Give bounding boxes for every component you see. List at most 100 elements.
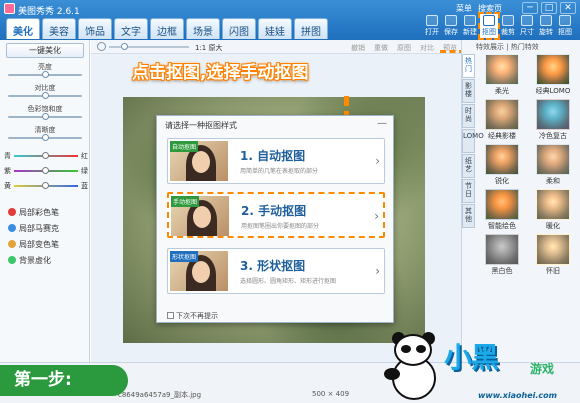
sharpness-slider[interactable]	[8, 134, 82, 141]
effect-item[interactable]: 黑白色	[478, 234, 526, 275]
open-icon	[426, 15, 438, 26]
local-recolor-pen[interactable]: 局部变色笔	[8, 239, 59, 250]
auto-cutout-thumbnail: 自动抠图	[170, 141, 228, 181]
resize-icon	[521, 15, 533, 26]
tab-scenes[interactable]: 场景	[186, 18, 220, 39]
color-balance-purple-green[interactable]: 紫 绿	[4, 166, 88, 176]
app-title: 美图秀秀 2.6.1	[18, 7, 80, 17]
effect-item[interactable]: 锐化	[478, 144, 526, 185]
tab-festival[interactable]: 节日	[462, 179, 475, 203]
tab-studio[interactable]: 影楼	[462, 79, 475, 103]
tab-beauty[interactable]: 美容	[42, 18, 76, 39]
tab-other[interactable]: 其他	[462, 204, 475, 228]
local-color-pen[interactable]: 局部彩色笔	[8, 207, 59, 218]
manual-cutout-option[interactable]: 手动抠图 2. 手动抠图 用抠图笔圈出你要抠图的部分 ›	[167, 192, 385, 238]
app-logo-icon	[4, 3, 15, 14]
search-link[interactable]: 搜索页	[478, 3, 502, 14]
option-desc: 选择圆形、圆角矩形、矩形进行抠图	[240, 278, 337, 285]
rotate-icon	[540, 15, 552, 26]
tab-accessories[interactable]: 饰品	[78, 18, 112, 39]
zoom-slider[interactable]	[109, 43, 189, 50]
menu-link[interactable]: 菜单	[456, 3, 472, 14]
save-button[interactable]: 保存	[442, 14, 460, 38]
saturation-slider[interactable]	[8, 113, 82, 120]
effect-item[interactable]: 柔光	[478, 54, 526, 95]
slider-knob[interactable]	[42, 182, 49, 189]
tab-hot[interactable]: 热门	[462, 54, 475, 78]
new-button[interactable]: 新建	[461, 14, 479, 38]
manual-cutout-thumbnail: 手动抠图	[171, 196, 229, 236]
slider-knob[interactable]	[121, 43, 128, 50]
tab-text[interactable]: 文字	[114, 18, 148, 39]
effect-item[interactable]: 暖化	[529, 189, 577, 230]
local-mosaic[interactable]: 局部马赛克	[8, 223, 59, 234]
tab-beautify[interactable]: 美化	[6, 18, 40, 39]
slider-knob[interactable]	[42, 152, 49, 159]
compare-button[interactable]: 对比	[420, 43, 434, 53]
close-icon[interactable]: —	[377, 118, 387, 129]
toolbar: 打开 保存 新建 抠图 裁剪 尺寸 旋转 抠图	[423, 12, 574, 40]
title-bar: 美图秀秀 2.6.1 菜单 搜索页 ─ □ ✕ 美化 美容 饰品 文字 边框 场…	[0, 0, 580, 40]
left-panel: 一键美化 亮度 对比度 色彩饱和度 清晰度 青 红 紫 绿 黄 蓝 局部彩色笔 …	[0, 40, 90, 362]
cutout-button[interactable]: 抠图	[478, 12, 500, 40]
color-balance-yellow-blue[interactable]: 黄 蓝	[4, 181, 88, 191]
panda-logo-icon	[384, 332, 442, 402]
maximize-button[interactable]: □	[541, 2, 557, 14]
original-button[interactable]: 原图	[397, 43, 411, 53]
instruction-banner: 点击抠图,选择手动抠图	[132, 63, 309, 83]
auto-cutout-option[interactable]: 自动抠图 1. 自动抠图 用简单的几笔在表抠取的部分 ›	[167, 138, 385, 184]
tab-paper-art[interactable]: 纸艺	[462, 154, 475, 178]
tab-collage[interactable]: 拼图	[294, 18, 328, 39]
cutout-icon	[483, 15, 495, 26]
tab-frames[interactable]: 边框	[150, 18, 184, 39]
minimize-button[interactable]: ─	[522, 2, 538, 14]
one-click-beautify-button[interactable]: 一键美化	[6, 43, 84, 58]
chevron-right-icon: ›	[375, 264, 380, 278]
effect-item[interactable]: 智能绘色	[478, 189, 526, 230]
effect-item[interactable]: 经典LOMO	[529, 54, 577, 95]
resize-button[interactable]: 尺寸	[518, 14, 536, 38]
option-name: 1. 自动抠图	[240, 149, 306, 163]
close-button[interactable]: ✕	[560, 2, 576, 14]
effect-item[interactable]: 经典影楼	[478, 99, 526, 140]
shape-cutout-option[interactable]: 形状抠图 3. 形状抠图 选择圆形、圆角矩形、矩形进行抠图 ›	[167, 248, 385, 294]
slider-knob[interactable]	[42, 113, 49, 120]
zoom-icon[interactable]	[97, 42, 106, 51]
color-balance-cyan-red[interactable]: 青 红	[4, 151, 88, 161]
effect-item[interactable]: 怀旧	[529, 234, 577, 275]
undo-button[interactable]: 撤销	[351, 43, 365, 53]
tab-lomo[interactable]: LOMO	[462, 129, 484, 153]
rotate-button[interactable]: 旋转	[537, 14, 555, 38]
effect-item[interactable]: 柔和	[529, 144, 577, 185]
crop-icon	[502, 15, 514, 26]
effects-header: 特效展示 | 热门特效	[476, 43, 539, 51]
dont-show-again-checkbox[interactable]: 下次不再提示	[167, 311, 218, 321]
save-icon	[445, 15, 457, 26]
option-desc: 用抠图笔圈出你要抠图的部分	[241, 223, 320, 230]
checkbox-icon[interactable]	[167, 312, 174, 319]
tab-dolls[interactable]: 娃娃	[258, 18, 292, 39]
redo-button[interactable]: 重做	[374, 43, 388, 53]
slider-knob[interactable]	[42, 71, 49, 78]
slider-knob[interactable]	[42, 167, 49, 174]
slider-knob[interactable]	[42, 92, 49, 99]
background-blur[interactable]: 背景虚化	[8, 255, 51, 266]
brightness-slider[interactable]	[8, 71, 82, 78]
tab-flash[interactable]: 闪图	[222, 18, 256, 39]
option-desc: 用简单的几笔在表抠取的部分	[240, 168, 319, 175]
chevron-right-icon: ›	[375, 154, 380, 168]
contrast-slider[interactable]	[8, 92, 82, 99]
zoom-bar: 1:1 原大 撤销 重做 原图 对比 预览	[91, 40, 461, 54]
image-size: 500 × 409	[312, 390, 350, 398]
top-links: 菜单 搜索页	[456, 3, 502, 14]
cutout-style-dialog: 请选择一种抠图样式 — 自动抠图 1. 自动抠图 用简单的几笔在表抠取的部分 ›…	[156, 115, 394, 323]
crop-button[interactable]: 裁剪	[499, 14, 517, 38]
open-button[interactable]: 打开	[423, 14, 441, 38]
cutout-button-2[interactable]: 抠图	[556, 14, 574, 38]
tab-fashion[interactable]: 时尚	[462, 104, 475, 128]
main-tabs: 美化 美容 饰品 文字 边框 场景 闪图 娃娃 拼图	[6, 18, 328, 39]
new-icon	[464, 15, 476, 26]
option-name: 3. 形状抠图	[240, 259, 306, 273]
slider-knob[interactable]	[42, 134, 49, 141]
effect-item[interactable]: 冷色复古	[529, 99, 577, 140]
